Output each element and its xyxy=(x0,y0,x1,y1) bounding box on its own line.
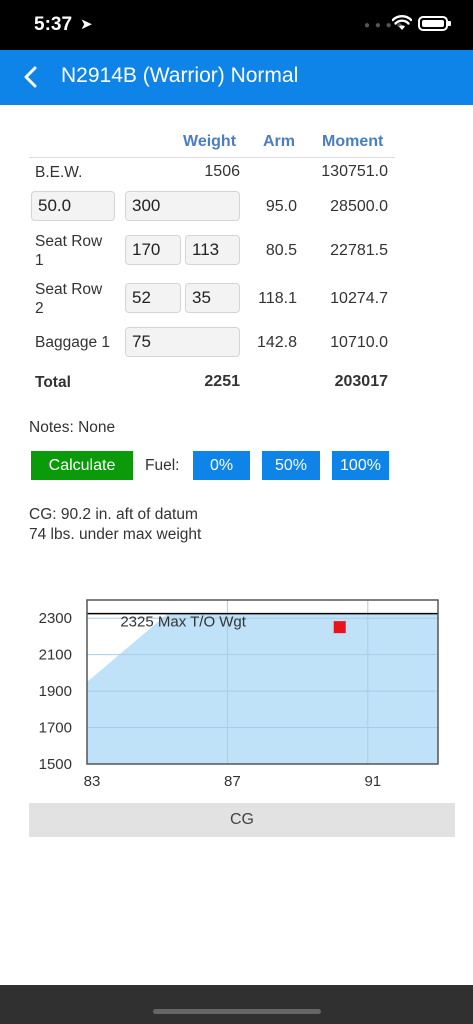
x-tick-label: 87 xyxy=(224,773,241,790)
y-tick-label: 1700 xyxy=(39,720,72,737)
seat-row-2-arm: 118.1 xyxy=(258,290,297,307)
seat-row-1-arm: 80.5 xyxy=(265,242,297,259)
fuel-100-button[interactable]: 100% xyxy=(332,451,389,480)
x-tick-label: 83 xyxy=(84,773,101,790)
front-seat-arm-input[interactable]: 50.0 xyxy=(31,191,115,221)
bew-label: B.E.W. xyxy=(35,164,83,181)
total-weight: 2251 xyxy=(204,373,240,390)
bew-moment: 130751.0 xyxy=(321,163,388,180)
seat-row-2-right-input[interactable]: 35 xyxy=(185,283,240,313)
current-cg-point xyxy=(333,621,346,634)
seat-row-1-left-input[interactable]: 170 xyxy=(125,235,181,265)
notes-text: Notes: None xyxy=(29,419,116,436)
cg-envelope-chart: 2325 Max T/O Wgt 2300 2100 1900 1700 1500 83 87… xyxy=(39,599,439,790)
page-title: N2914B (Warrior) Normal xyxy=(61,64,299,87)
home-indicator[interactable] xyxy=(153,1009,321,1014)
column-header-moment: Moment xyxy=(322,133,384,150)
cg-result: CG: 90.2 in. aft of datum xyxy=(29,506,198,523)
max-weight-label: 2325 Max T/O Wgt xyxy=(120,614,246,631)
bew-weight: 1506 xyxy=(204,163,240,180)
y-tick-label: 2100 xyxy=(39,647,72,664)
x-tick-label: 91 xyxy=(364,773,381,790)
nav-bar: N2914B (Warrior) Normal xyxy=(0,50,473,105)
total-moment: 203017 xyxy=(334,373,388,390)
status-time: 5:37 xyxy=(34,14,73,35)
fuel-label: Fuel: xyxy=(145,457,180,474)
column-header-arm: Arm xyxy=(263,133,296,150)
seat-row-1-label: Seat Row 1 xyxy=(35,233,103,269)
status-bar: 5:37 ➤ ● ● ● ● xyxy=(0,0,473,50)
fuel-0-button[interactable]: 0% xyxy=(193,451,250,480)
seat-row-2-label: Seat Row 2 xyxy=(35,281,103,317)
baggage-arm: 142.8 xyxy=(256,334,297,351)
seat-row-1-moment: 22781.5 xyxy=(330,242,388,259)
seat-row-2-left-input[interactable]: 52 xyxy=(125,283,181,313)
front-seat-weight-input[interactable]: 300 xyxy=(125,191,240,221)
back-button[interactable] xyxy=(14,60,48,94)
seat-row-2-moment: 10274.7 xyxy=(330,290,388,307)
seat-row-1-right-input[interactable]: 113 xyxy=(185,235,240,265)
fuel-50-button[interactable]: 50% xyxy=(262,451,320,480)
baggage-moment: 10710.0 xyxy=(330,334,388,351)
weight-result: 74 lbs. under max weight xyxy=(29,526,202,543)
battery-icon xyxy=(418,16,451,31)
front-seat-arm: 95.0 xyxy=(265,198,297,215)
front-seat-moment: 28500.0 xyxy=(330,198,388,215)
baggage-label: Baggage 1 xyxy=(35,334,110,351)
wifi-icon xyxy=(392,15,412,30)
column-header-weight: Weight xyxy=(183,133,237,150)
y-tick-label: 1900 xyxy=(39,683,72,700)
header-divider xyxy=(29,157,395,158)
cg-axis-label: CG xyxy=(29,803,455,837)
y-tick-label: 1500 xyxy=(39,756,72,773)
baggage-weight-input[interactable]: 75 xyxy=(125,327,240,357)
location-arrow-icon: ➤ xyxy=(80,16,93,33)
bottom-bar xyxy=(0,985,473,1024)
chevron-left-icon xyxy=(24,66,37,88)
calculate-button[interactable]: Calculate xyxy=(31,451,133,480)
total-label: Total xyxy=(35,374,71,391)
y-tick-label: 2300 xyxy=(39,610,72,627)
